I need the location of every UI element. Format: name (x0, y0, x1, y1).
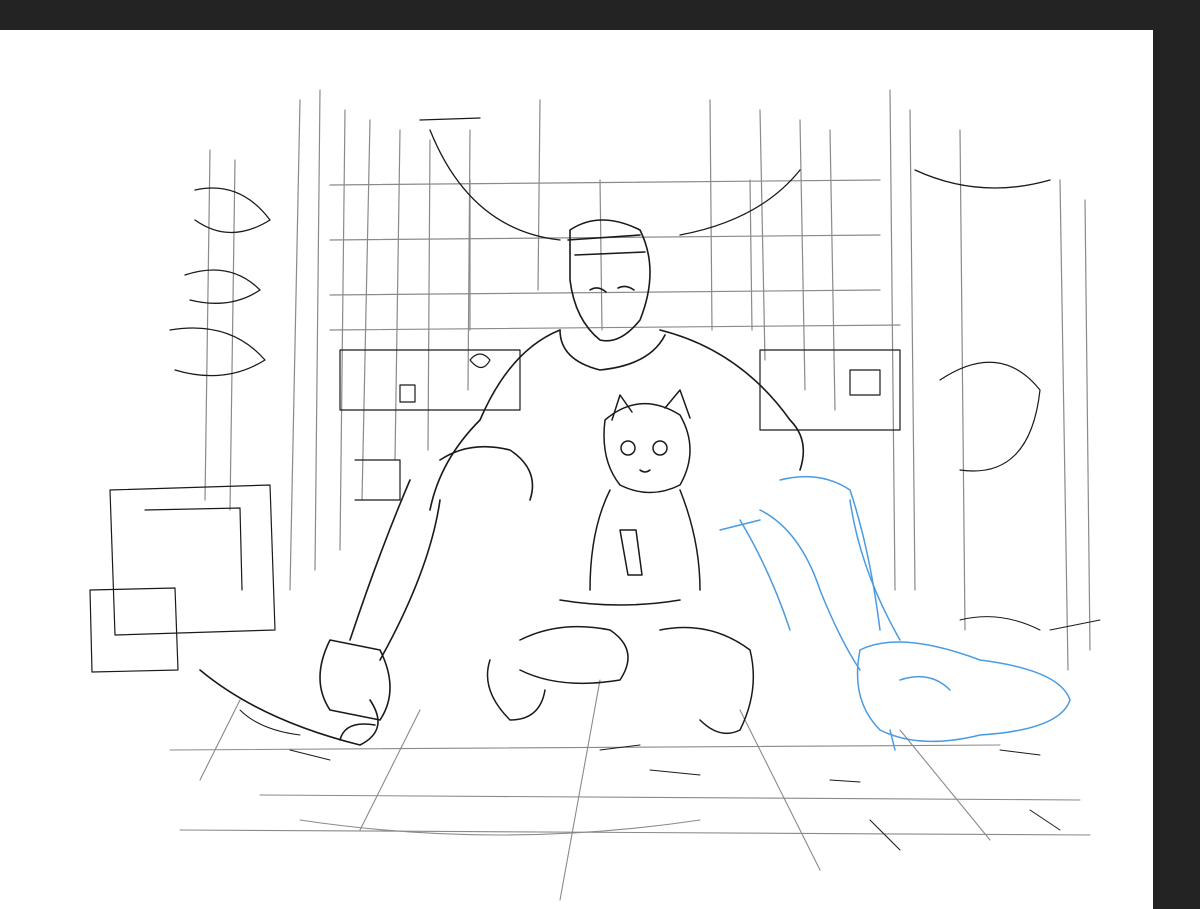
scribble-marks (239, 616, 1101, 851)
child-figure (486, 389, 755, 735)
sketch-artwork (89, 89, 1101, 901)
drawing-canvas[interactable] (0, 30, 1153, 909)
shelf-objects (89, 349, 1041, 673)
floor-lines (169, 679, 1091, 901)
adult-figure (199, 219, 805, 746)
background-lines (204, 89, 1091, 671)
blue-sketch-leg (719, 475, 1071, 751)
app-workspace (0, 0, 1200, 909)
ceiling-curves (169, 117, 1051, 377)
